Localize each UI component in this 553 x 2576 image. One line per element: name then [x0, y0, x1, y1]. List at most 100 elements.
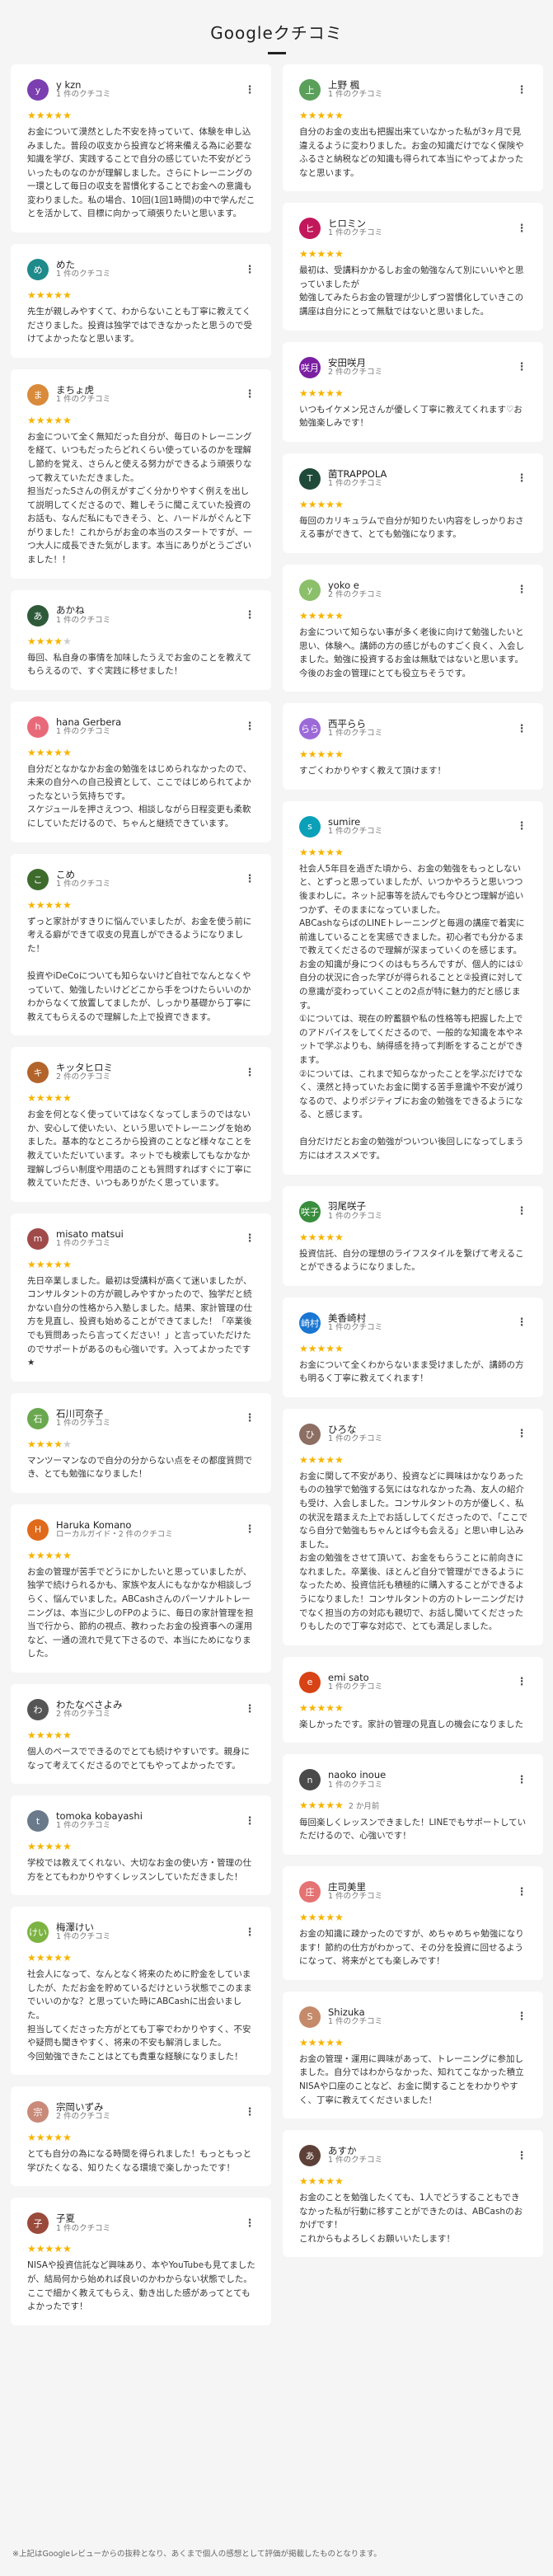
reviewer-name[interactable]: naoko inoue [328, 1770, 508, 1781]
more-vert-icon[interactable]: ⋮ [243, 1815, 256, 1828]
star-icon: ★ [54, 899, 63, 911]
more-vert-icon[interactable]: ⋮ [515, 472, 528, 485]
more-vert-icon[interactable]: ⋮ [515, 1774, 528, 1786]
more-vert-icon[interactable]: ⋮ [243, 1703, 256, 1715]
reviewer-name[interactable]: sumire [328, 817, 508, 828]
avatar[interactable]: 宗 [27, 2101, 49, 2123]
reviewer-name[interactable]: 美香崎村 [328, 1313, 508, 1324]
reviewer-name[interactable]: まちょ虎 [56, 385, 236, 396]
more-vert-icon[interactable]: ⋮ [243, 84, 256, 96]
star-rating: ★★★★★ [27, 748, 256, 758]
more-vert-icon[interactable]: ⋮ [515, 361, 528, 373]
avatar[interactable]: t [27, 1810, 49, 1832]
more-vert-icon[interactable]: ⋮ [243, 609, 256, 622]
avatar[interactable]: 崎村 [299, 1311, 321, 1334]
more-vert-icon[interactable]: ⋮ [515, 1205, 528, 1218]
review-card: 崎村 美香崎村 1 件のクチコミ ⋮ ★★★★★ お金について全くわからないまま… [283, 1297, 543, 1397]
disclaimer-text: ※上記はGoogleレビューからの抜粋となり、あくまで個人の感想として評価が掲載… [12, 2550, 382, 2559]
reviewer-review-count: 2 件のクチコミ [328, 367, 383, 377]
review-text: 自分のお金の支出も把握出来ていなかった私が3ヶ月で見違えるように変わりました。お… [299, 127, 524, 178]
more-vert-icon[interactable]: ⋮ [515, 1428, 528, 1440]
more-vert-icon[interactable]: ⋮ [243, 1067, 256, 1079]
avatar[interactable]: らら [299, 718, 321, 740]
star-rating: ★★★★★ [27, 1842, 256, 1851]
more-vert-icon[interactable]: ⋮ [515, 1676, 528, 1688]
more-vert-icon[interactable]: ⋮ [243, 873, 256, 885]
review-header: 庄 庄司美里 1 件のクチコミ ⋮ [299, 1879, 528, 1904]
star-icon: ★ [27, 2243, 36, 2255]
avatar[interactable]: H [27, 1518, 49, 1541]
more-vert-icon[interactable]: ⋮ [515, 1886, 528, 1898]
more-vert-icon[interactable]: ⋮ [243, 2106, 256, 2119]
more-vert-icon[interactable]: ⋮ [243, 1926, 256, 1939]
reviewer-name[interactable]: 羽尾咲子 [328, 1201, 508, 1212]
avatar[interactable]: 庄 [299, 1881, 321, 1903]
avatar[interactable]: キ [27, 1062, 49, 1084]
more-vert-icon[interactable]: ⋮ [515, 723, 528, 735]
more-vert-icon[interactable]: ⋮ [243, 720, 256, 733]
avatar[interactable]: こ [27, 868, 49, 890]
star-icon: ★ [63, 1549, 72, 1561]
avatar[interactable]: ひ [299, 1423, 321, 1445]
more-vert-icon[interactable]: ⋮ [243, 1412, 256, 1424]
avatar[interactable]: T [299, 467, 321, 490]
more-vert-icon[interactable]: ⋮ [243, 264, 256, 276]
avatar-initial: 崎村 [301, 1317, 319, 1329]
reviewer-name[interactable]: 子夏 [56, 2213, 236, 2224]
reviewer-name[interactable]: 菌TRAPPOLA [328, 469, 508, 480]
reviewer-review-count: 1 件のクチコミ [328, 478, 383, 488]
more-vert-icon[interactable]: ⋮ [243, 1232, 256, 1245]
reviewer-name[interactable]: 石川可奈子 [56, 1409, 236, 1419]
star-icon: ★ [299, 1453, 308, 1466]
avatar[interactable]: 上 [299, 79, 321, 101]
avatar[interactable]: め [27, 259, 49, 281]
avatar[interactable]: h [27, 716, 49, 738]
star-icon: ★ [326, 110, 335, 121]
reviewer-name[interactable]: hana Gerbera [56, 717, 236, 728]
avatar[interactable]: わ [27, 1698, 49, 1720]
avatar[interactable]: 子 [27, 2212, 49, 2235]
more-vert-icon[interactable]: ⋮ [243, 2217, 256, 2230]
more-vert-icon[interactable]: ⋮ [515, 84, 528, 96]
star-icon: ★ [316, 1912, 326, 1924]
more-vert-icon[interactable]: ⋮ [515, 584, 528, 596]
avatar[interactable]: y [27, 79, 49, 101]
avatar[interactable]: 咲子 [299, 1200, 321, 1222]
avatar[interactable]: n [299, 1769, 321, 1791]
more-vert-icon[interactable]: ⋮ [515, 223, 528, 235]
more-vert-icon[interactable]: ⋮ [243, 388, 256, 401]
avatar[interactable]: あ [299, 2145, 321, 2167]
avatar[interactable]: 石 [27, 1407, 49, 1429]
review-header: H Haruka Komano ローカルガイド・2 件のクチコミ ⋮ [27, 1518, 256, 1542]
reviewer-info: 西平らら 1 件のクチコミ [328, 719, 508, 739]
reviewer-name[interactable]: Shizuka [328, 2007, 508, 2018]
avatar[interactable]: e [299, 1671, 321, 1693]
more-vert-icon[interactable]: ⋮ [515, 2011, 528, 2023]
reviewer-review-count: 1 件のクチコミ [56, 726, 111, 736]
avatar[interactable]: けい [27, 1921, 49, 1944]
reviewer-name[interactable]: あかね [56, 605, 236, 616]
avatar[interactable]: s [299, 815, 321, 838]
reviewer-info: 石川可奈子 1 件のクチコミ [56, 1409, 236, 1429]
reviewer-name[interactable]: 安田咲月 [328, 358, 508, 368]
avatar[interactable]: あ [27, 604, 49, 626]
reviewer-info: 宗岡いずみ 2 件のクチコミ [56, 2102, 236, 2122]
review-text: お金の管理が苦手でどうにかしたいと思っていましたが、独学で続けられるかも、家族や… [27, 1566, 254, 1659]
star-icon: ★ [45, 1952, 54, 1964]
reviewer-name[interactable]: emi sato [328, 1673, 508, 1683]
avatar[interactable]: ま [27, 383, 49, 406]
avatar[interactable]: y [299, 579, 321, 601]
reviewer-name[interactable]: misato matsui [56, 1229, 236, 1240]
avatar[interactable]: 咲月 [299, 356, 321, 378]
reviewer-info: あかね 1 件のクチコミ [56, 605, 236, 625]
more-vert-icon[interactable]: ⋮ [243, 1523, 256, 1536]
avatar[interactable]: ヒ [299, 218, 321, 240]
reviewer-name[interactable]: こめ [56, 870, 236, 880]
reviewer-review-count: 1 件のクチコミ [56, 1418, 111, 1428]
star-icon: ★ [45, 2132, 54, 2144]
more-vert-icon[interactable]: ⋮ [515, 2150, 528, 2162]
more-vert-icon[interactable]: ⋮ [515, 1316, 528, 1329]
avatar[interactable]: S [299, 2006, 321, 2028]
avatar[interactable]: m [27, 1227, 49, 1250]
more-vert-icon[interactable]: ⋮ [515, 820, 528, 833]
